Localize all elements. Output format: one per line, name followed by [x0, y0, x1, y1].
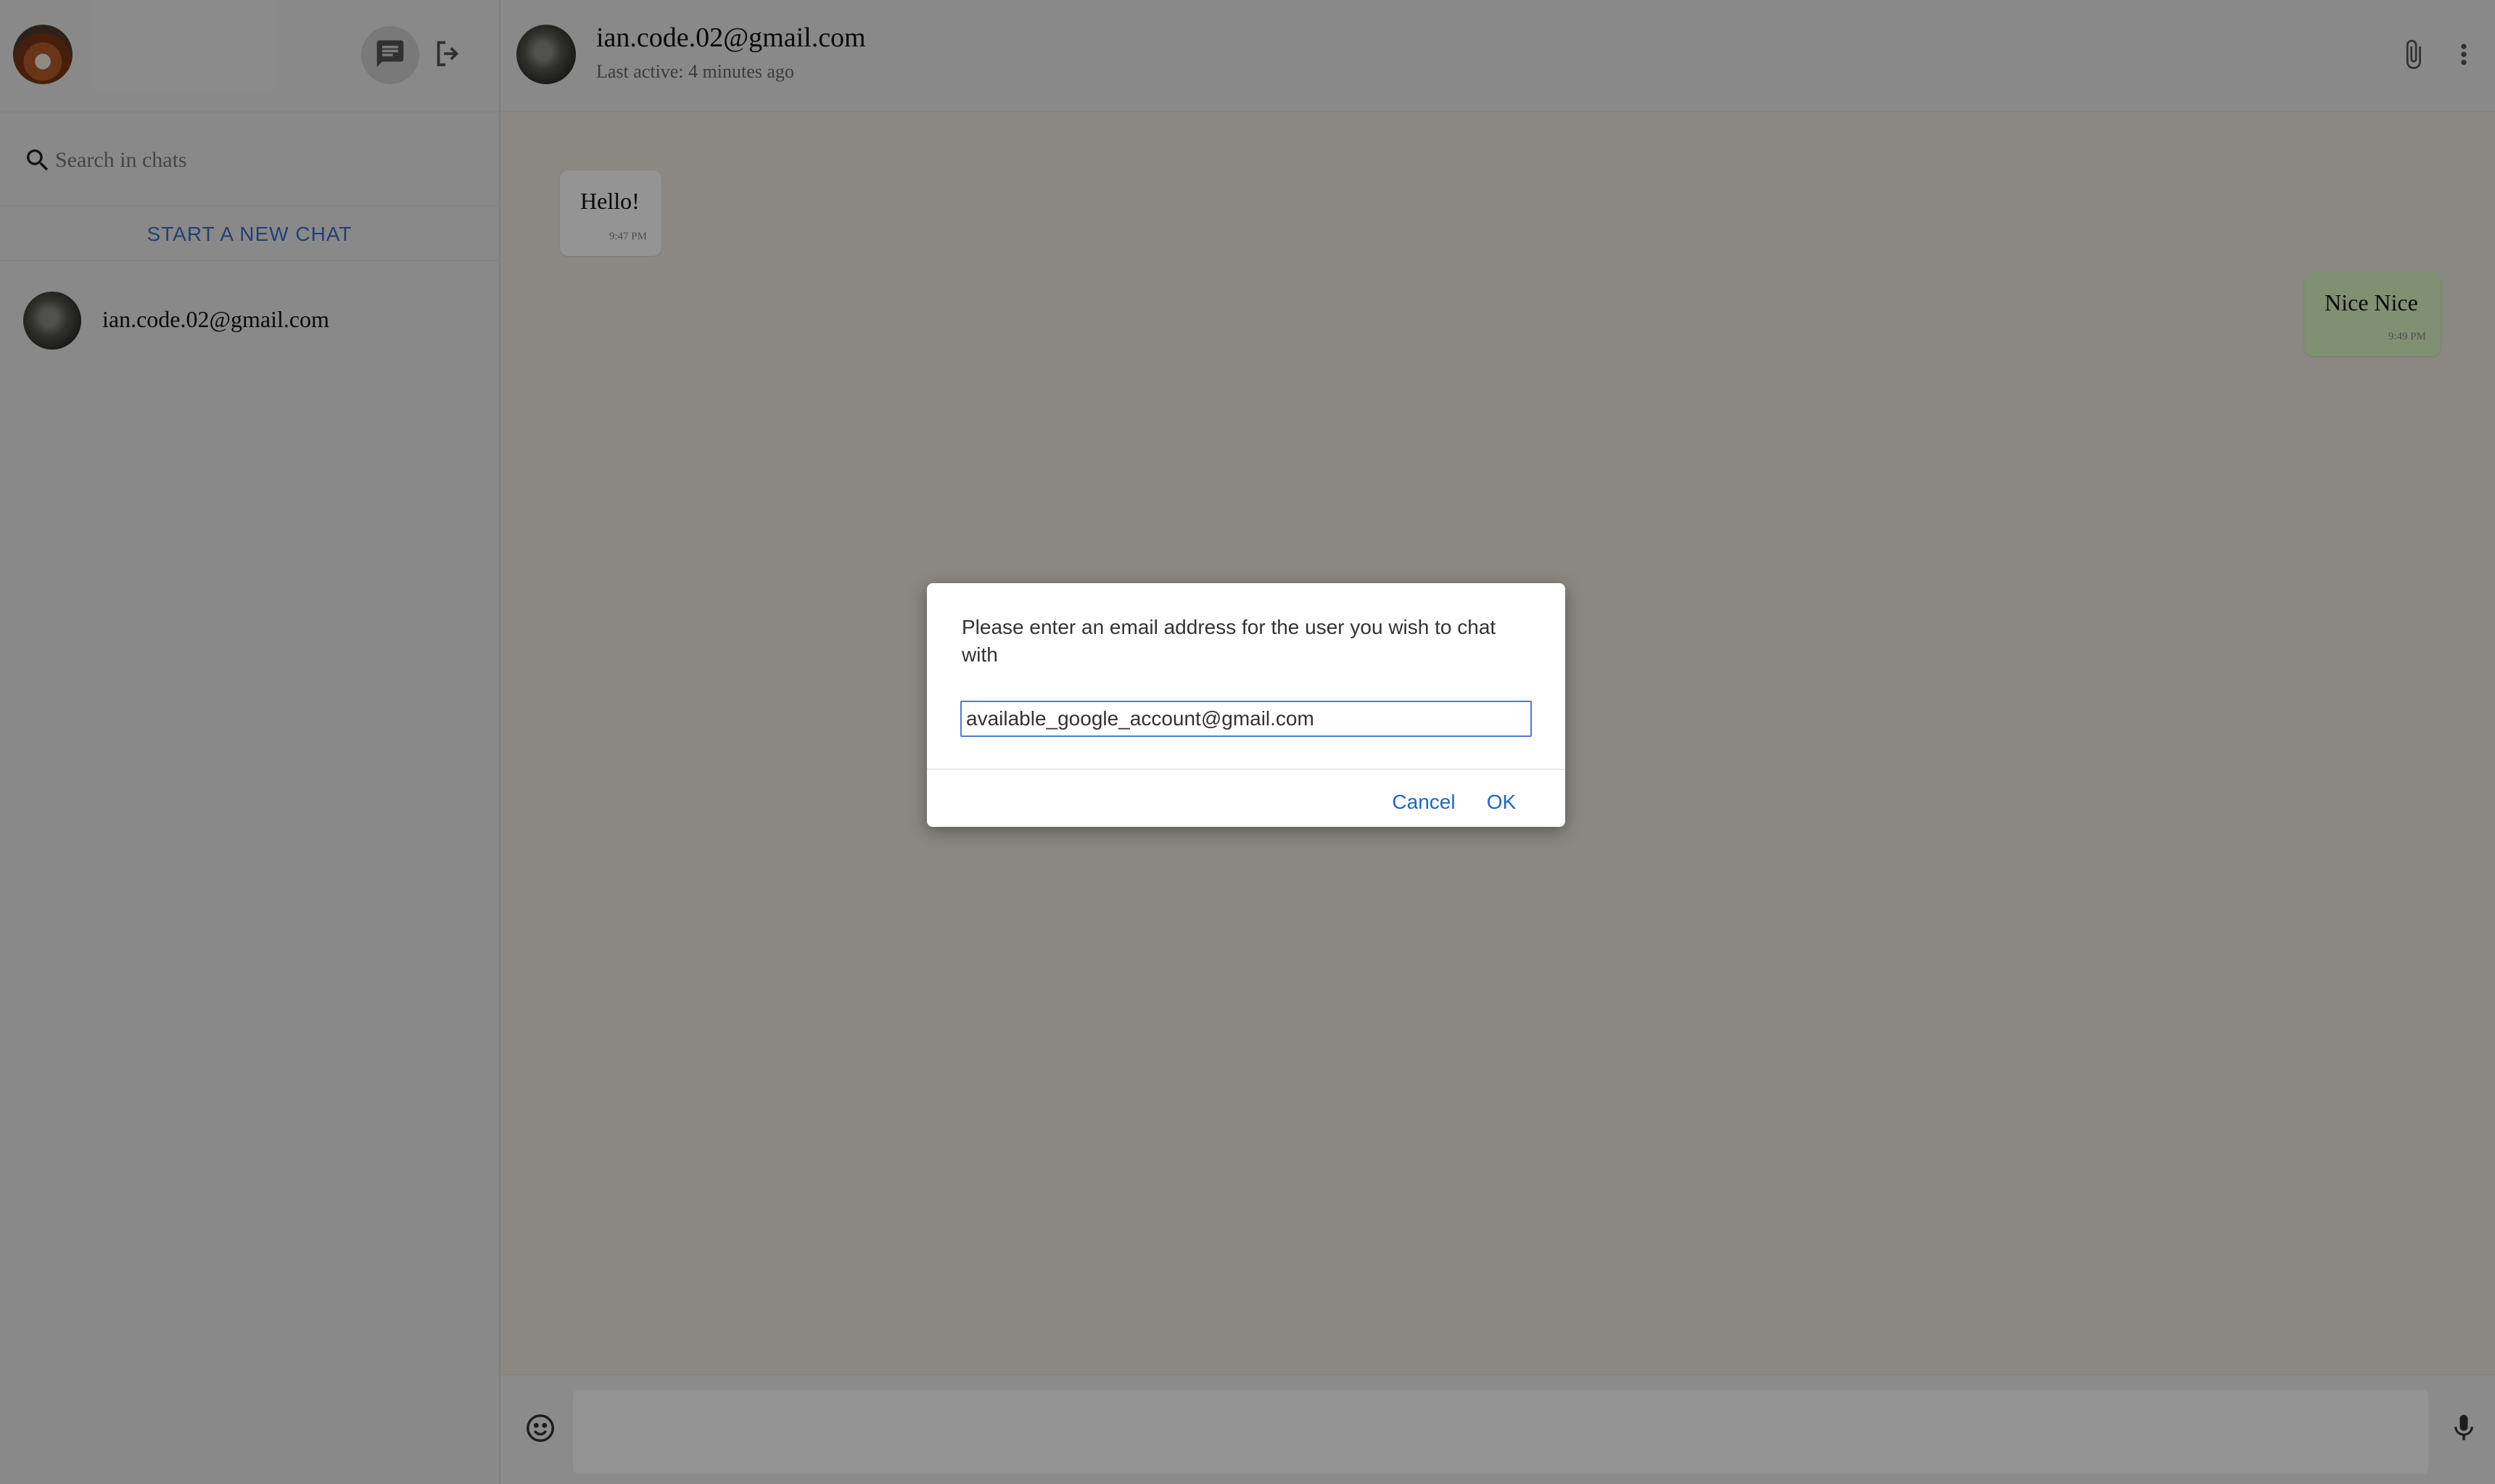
dialog-message: Please enter an email address for the us… [962, 616, 1496, 666]
email-field[interactable] [960, 701, 1532, 737]
ok-button[interactable]: OK [1472, 780, 1530, 824]
cancel-button[interactable]: Cancel [1384, 780, 1464, 824]
dialog-divider [927, 769, 1565, 770]
new-chat-prompt-dialog: Please enter an email address for the us… [927, 583, 1565, 827]
